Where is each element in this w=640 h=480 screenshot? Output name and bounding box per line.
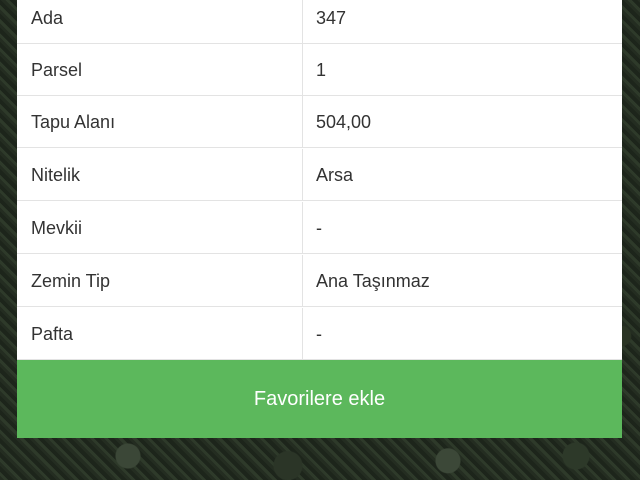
detail-label: Pafta	[17, 308, 303, 360]
detail-row-zemin-tip: Zemin Tip Ana Taşınmaz	[17, 255, 622, 307]
detail-value: Arsa	[316, 165, 354, 185]
detail-row-nitelik: Nitelik Arsa	[17, 149, 622, 201]
detail-label: Tapu Alanı	[17, 96, 303, 148]
detail-label: Parsel	[17, 44, 303, 96]
detail-value: -	[316, 324, 322, 344]
detail-label: Nitelik	[17, 149, 303, 201]
detail-value: -	[316, 218, 322, 238]
detail-label: Zemin Tip	[17, 255, 303, 307]
add-to-favorites-button[interactable]: Favorilere ekle	[17, 360, 622, 438]
parcel-details-panel: Ada 347 Parsel 1 Tapu Alanı 504,00 Nitel…	[17, 0, 622, 438]
detail-label: Ada	[17, 0, 303, 44]
detail-value: 504,00	[316, 112, 372, 132]
detail-row-mevkii: Mevkii -	[17, 202, 622, 254]
detail-value: 1	[316, 60, 327, 80]
detail-value: 347	[316, 8, 347, 28]
detail-row-pafta: Pafta -	[17, 308, 622, 360]
detail-label: Mevkii	[17, 202, 303, 254]
detail-row-tapu-alani: Tapu Alanı 504,00	[17, 96, 622, 148]
detail-row-parsel: Parsel 1	[17, 44, 622, 96]
detail-row-ada: Ada 347	[17, 0, 622, 44]
detail-value: Ana Taşınmaz	[316, 271, 430, 291]
